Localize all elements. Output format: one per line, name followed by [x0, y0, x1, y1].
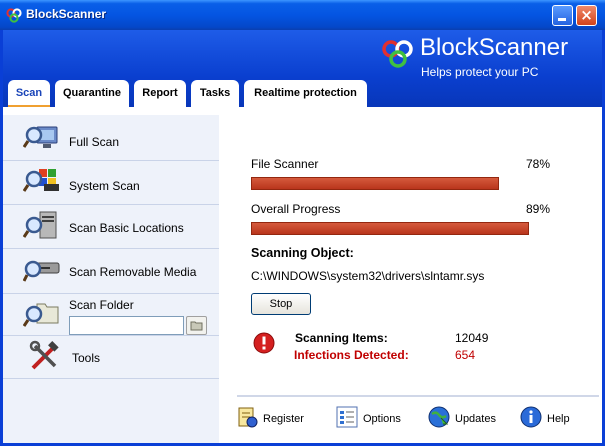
scanning-items-value: 12049: [455, 331, 489, 345]
register-icon: [238, 407, 258, 428]
sidebar-item-label: Full Scan: [69, 135, 120, 149]
sidebar-item-full-scan[interactable]: Full Scan: [3, 115, 219, 161]
folder-icon: [190, 321, 203, 331]
file-scanner-percent: 78%: [526, 157, 551, 171]
updates-button[interactable]: Updates: [427, 403, 503, 433]
sidebar-item-label: Scan Basic Locations: [69, 221, 184, 235]
magnifier-drive-icon: [23, 260, 60, 282]
infections-detected-value: 654: [455, 348, 476, 362]
overall-progress-bar: [251, 222, 563, 235]
tab-tasks[interactable]: Tasks: [191, 80, 239, 107]
register-label: Register: [263, 413, 304, 425]
magnifier-windows-icon: [23, 169, 59, 192]
help-label: Help: [547, 413, 570, 425]
minimize-button[interactable]: [552, 5, 573, 26]
scanning-object-path: C:\WINDOWS\system32\drivers\slntamr.sys: [251, 269, 485, 283]
alert-icon: [253, 332, 275, 354]
application-window: BlockScanner × BlockScanner Helps protec…: [0, 0, 605, 446]
sidebar-item-system-scan[interactable]: System Scan: [3, 161, 219, 205]
scan-sidebar: Full Scan System Scan Scan Basic Locatio…: [3, 115, 219, 443]
tab-realtime-protection[interactable]: Realtime protection: [244, 80, 367, 107]
scanning-object-label: Scanning Object:: [251, 246, 354, 260]
overall-progress-percent: 89%: [526, 202, 551, 216]
brand-name: BlockScanner: [420, 34, 569, 61]
sidebar-item-tools[interactable]: Tools: [3, 336, 219, 379]
options-icon: [336, 406, 358, 428]
sidebar-item-label: System Scan: [69, 179, 140, 193]
browse-folder-button[interactable]: [186, 316, 207, 335]
close-button[interactable]: ×: [576, 5, 597, 26]
tab-report[interactable]: Report: [134, 80, 186, 107]
options-label: Options: [363, 413, 401, 425]
help-info-icon: [520, 406, 542, 428]
overall-progress-label: Overall Progress: [251, 202, 341, 216]
title-bar[interactable]: BlockScanner ×: [0, 0, 605, 30]
window-title: BlockScanner: [26, 7, 107, 21]
brand-tagline: Helps protect your PC: [421, 65, 539, 79]
blockscanner-logo-icon: [382, 40, 413, 68]
magnifier-computer-icon: [23, 211, 57, 239]
sidebar-item-label: Tools: [72, 351, 101, 365]
overall-progress-fill: [251, 222, 529, 235]
sidebar-item-label: Scan Folder: [69, 298, 134, 312]
infections-detected-label: Infections Detected:: [294, 348, 409, 362]
register-button[interactable]: Register: [235, 403, 315, 433]
scanning-items-label: Scanning Items:: [295, 331, 388, 345]
tab-scan[interactable]: Scan: [8, 80, 50, 107]
sidebar-item-label: Scan Removable Media: [69, 265, 197, 279]
magnifier-folder-icon: [23, 303, 59, 327]
scan-progress-panel: File Scanner 78% Overall Progress 89% Sc…: [219, 115, 602, 443]
updates-label: Updates: [455, 413, 496, 425]
tab-quarantine[interactable]: Quarantine: [55, 80, 129, 107]
sidebar-item-scan-basic-locations[interactable]: Scan Basic Locations: [3, 205, 219, 249]
magnifier-monitor-icon: [23, 126, 58, 148]
footer-divider: [237, 395, 599, 397]
help-button[interactable]: Help: [519, 403, 579, 433]
options-button[interactable]: Options: [335, 403, 409, 433]
file-scanner-label: File Scanner: [251, 157, 319, 171]
tools-icon: [29, 340, 59, 370]
scan-folder-path-input[interactable]: [69, 316, 184, 335]
close-icon: ×: [580, 6, 593, 24]
blockscanner-logo-icon: [6, 8, 22, 23]
updates-globe-icon: [428, 406, 450, 428]
sidebar-item-scan-removable-media[interactable]: Scan Removable Media: [3, 249, 219, 294]
stop-button[interactable]: Stop: [251, 293, 311, 315]
file-scanner-progress-fill: [251, 177, 500, 190]
file-scanner-progress-bar: [251, 177, 569, 190]
minimize-icon: [558, 18, 566, 21]
